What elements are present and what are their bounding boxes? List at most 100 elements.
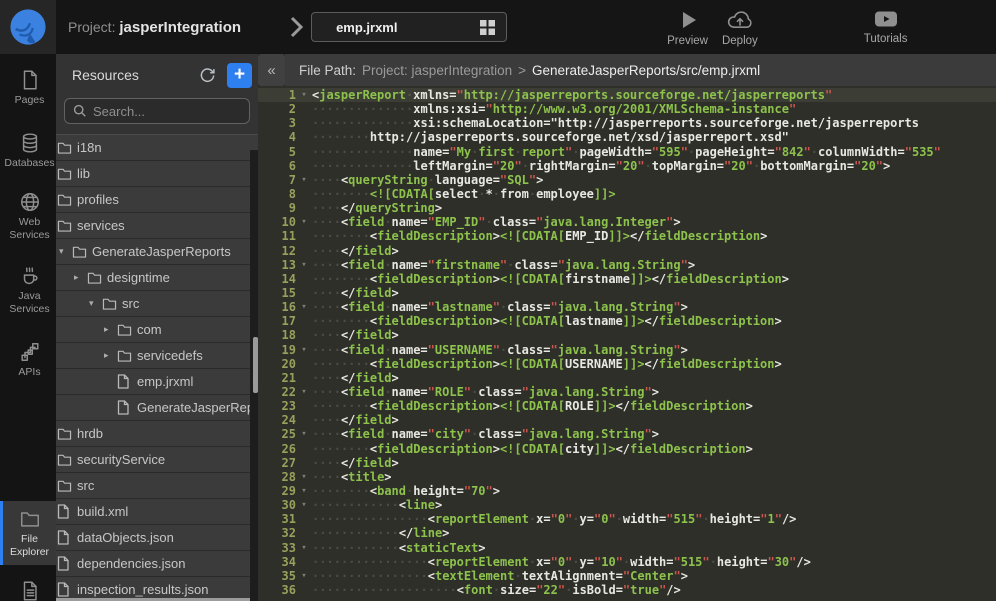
tree-item-src[interactable]: ▾src [56,291,258,317]
code-text[interactable]: ····</field> [312,286,996,300]
tree-item-servicedefs[interactable]: ▸servicedefs [56,343,258,369]
tree-item-dataobjects-json[interactable]: dataObjects.json [56,525,258,551]
code-text[interactable]: ··············name="My·first·report"·pag… [312,145,996,159]
code-text[interactable]: ············<staticText> [312,541,996,555]
tree-item-hrdb[interactable]: ▸hrdb [56,421,258,447]
code-text[interactable]: ········http://jasperreports.sourceforge… [312,130,996,144]
open-file-tab[interactable]: emp.jrxml [311,12,507,42]
code-text[interactable]: ················<textElement·textAlignme… [312,569,996,583]
code-text[interactable]: ········<fieldDescription><![CDATA[lastn… [312,314,996,328]
resources-search[interactable] [64,98,250,124]
code-text[interactable]: ··············leftMargin="20"·rightMargi… [312,159,996,173]
line-number: 36 [258,583,296,597]
code-text[interactable]: ················<reportElement·x="0"·y="… [312,555,996,569]
code-text[interactable]: ············</line> [312,526,996,540]
collapse-panel-button[interactable]: « [258,54,285,86]
fold-gutter [296,456,312,470]
fold-arrow-icon[interactable]: ▾ [296,88,312,102]
grid-icon[interactable] [479,19,496,36]
code-text[interactable]: ········<fieldDescription><![CDATA[first… [312,272,996,286]
line-number: 10 [258,215,296,229]
code-text[interactable]: ····</field> [312,328,996,342]
tree-collapsed-arrow-icon[interactable]: ▸ [104,350,117,361]
line-number: 34 [258,555,296,569]
tree-item-generatejasperreports[interactable]: ▾GenerateJasperReports [56,239,258,265]
code-editor[interactable]: 1▾<jasperReport·xmlns="http://jasperrepo… [258,86,996,601]
tree-collapsed-arrow-icon[interactable]: ▸ [74,272,87,283]
tree-item-profiles[interactable]: ▸profiles [56,187,258,213]
sidebar-item-apis[interactable]: APIs [0,334,56,385]
fold-arrow-icon[interactable]: ▾ [296,569,312,583]
tree-item-designtime[interactable]: ▸designtime [56,265,258,291]
refresh-icon[interactable] [195,63,219,87]
preview-button[interactable]: Preview [667,8,708,47]
code-text[interactable]: <jasperReport·xmlns="http://jasperreport… [312,88,996,102]
tree-item-services[interactable]: ▾services [56,213,258,239]
code-text[interactable]: ····<field·name="ROLE"·class="java.lang.… [312,385,996,399]
code-text[interactable]: ····<field·name="city"·class="java.lang.… [312,427,996,441]
code-text[interactable]: ····</field> [312,413,996,427]
tree-item-com[interactable]: ▸ com [56,317,258,343]
tree-item-generatejasperreports-s[interactable]: GenerateJasperReports.s [56,395,258,421]
code-text[interactable]: ········<fieldDescription><![CDATA[city]… [312,442,996,456]
fold-arrow-icon[interactable]: ▾ [296,470,312,484]
code-text[interactable]: ····<field·name="EMP_ID"·class="java.lan… [312,215,996,229]
code-text[interactable]: ············<line> [312,498,996,512]
tree-item-lib[interactable]: ▸lib [56,161,258,187]
topbar-actions: Preview Deploy Tutorials [667,8,921,47]
code-text[interactable]: ········<![CDATA[select·*·from·employee]… [312,187,996,201]
code-text[interactable]: ····</field> [312,371,996,385]
code-text[interactable]: ····<field·name="lastname"·class="java.l… [312,300,996,314]
fold-arrow-icon[interactable]: ▾ [296,173,312,187]
tree-item-label: com [137,322,162,337]
tree-collapsed-arrow-icon[interactable]: ▸ [104,324,117,335]
code-text[interactable]: ····<field·name="firstname"·class="java.… [312,258,996,272]
tree-item-build-xml[interactable]: build.xml [56,499,258,525]
fold-arrow-icon[interactable]: ▾ [296,258,312,272]
code-line-35: 35▾················<textElement·textAlig… [258,569,996,583]
code-text[interactable]: ····<title> [312,470,996,484]
deploy-button[interactable]: Deploy [722,8,758,47]
project-name[interactable]: Project: jasperIntegration [68,19,241,36]
tree-item-src[interactable]: ▸src [56,473,258,499]
tutorials-button[interactable]: Tutorials [864,8,908,45]
tree-item-i18n[interactable]: ▸i18n [56,135,258,161]
code-text[interactable]: ····</queryString> [312,201,996,215]
code-text[interactable]: ········<band·height="70"> [312,484,996,498]
fold-arrow-icon[interactable]: ▾ [296,215,312,229]
fold-arrow-icon[interactable]: ▾ [296,300,312,314]
code-text[interactable]: ················<reportElement·x="0"·y="… [312,512,996,526]
sidebar-item-file-explorer[interactable]: FileExplorer [0,501,56,565]
fold-arrow-icon[interactable]: ▾ [296,343,312,357]
sidebar-item-databases[interactable]: Databases [0,125,56,176]
code-text[interactable]: ····</field> [312,456,996,470]
tree-item-emp-jrxml[interactable]: emp.jrxml [56,369,258,395]
fold-arrow-icon[interactable]: ▾ [296,484,312,498]
tree-item-securityservice[interactable]: ▸securityService [56,447,258,473]
search-input[interactable] [93,104,233,119]
fold-arrow-icon[interactable]: ▾ [296,385,312,399]
wavemaker-logo[interactable] [0,0,56,54]
code-text[interactable]: ··············xmlns:xsi="http://www.w3.o… [312,102,996,116]
code-text[interactable]: ····<queryString·language="SQL"> [312,173,996,187]
fold-arrow-icon[interactable]: ▾ [296,498,312,512]
sidebar-item-pages[interactable]: Pages [0,62,56,113]
code-text[interactable]: ··············xsi:schemaLocation="http:/… [312,116,996,130]
fold-arrow-icon[interactable]: ▾ [296,427,312,441]
code-text[interactable]: ····················<font·size="22"·isBo… [312,583,996,597]
tree-expanded-arrow-icon[interactable]: ▾ [89,298,102,309]
line-number: 24 [258,413,296,427]
tree-expanded-arrow-icon[interactable]: ▾ [59,246,72,257]
code-text[interactable]: ········<fieldDescription><![CDATA[EMP_I… [312,229,996,243]
sidebar-item-web-services[interactable]: WebServices [0,184,56,248]
breadcrumb-project[interactable]: Project: jasperIntegration [362,63,512,78]
sidebar-item-java-services[interactable]: JavaServices [0,258,56,322]
fold-arrow-icon[interactable]: ▾ [296,541,312,555]
code-text[interactable]: ········<fieldDescription><![CDATA[USERN… [312,357,996,371]
code-text[interactable]: ········<fieldDescription><![CDATA[ROLE]… [312,399,996,413]
sidebar-item-logs[interactable]: Logs [0,573,56,601]
add-resource-button[interactable]: + [227,63,252,88]
tree-item-dependencies-json[interactable]: dependencies.json [56,551,258,577]
code-text[interactable]: ····<field·name="USERNAME"·class="java.l… [312,343,996,357]
code-text[interactable]: ····</field> [312,244,996,258]
